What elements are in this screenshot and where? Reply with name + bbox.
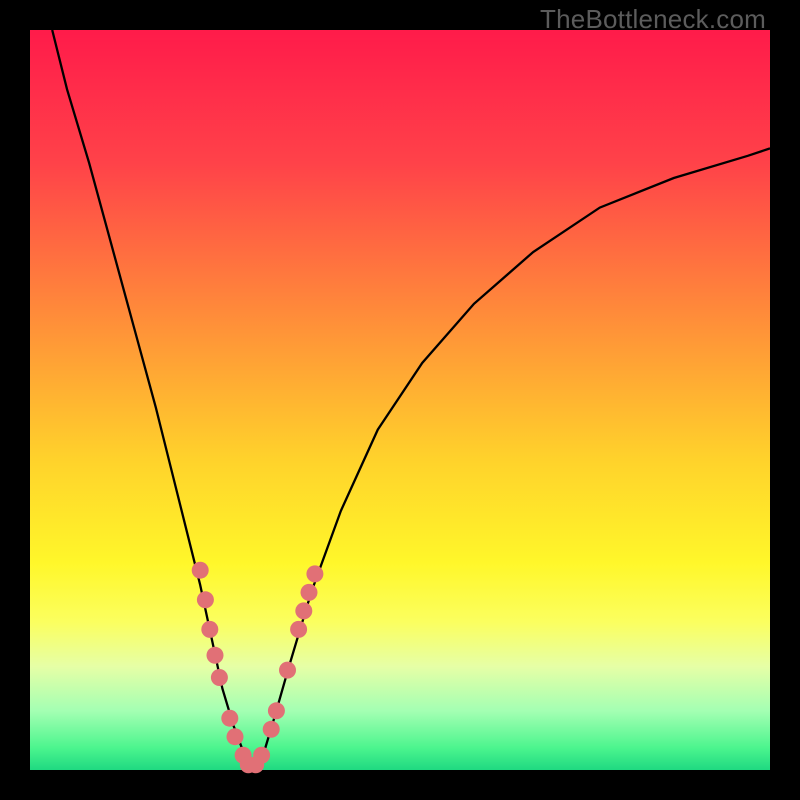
data-markers <box>192 562 324 774</box>
curve-svg <box>30 30 770 770</box>
outer-frame: TheBottleneck.com <box>0 0 800 800</box>
data-marker <box>301 584 318 601</box>
data-marker <box>192 562 209 579</box>
plot-area <box>30 30 770 770</box>
data-marker <box>306 565 323 582</box>
data-marker <box>221 710 238 727</box>
data-marker <box>227 728 244 745</box>
data-marker <box>211 669 228 686</box>
data-marker <box>268 702 285 719</box>
data-marker <box>253 747 270 764</box>
data-marker <box>290 621 307 638</box>
data-marker <box>279 662 296 679</box>
data-marker <box>263 721 280 738</box>
data-marker <box>201 621 218 638</box>
data-marker <box>295 602 312 619</box>
bottleneck-curve <box>52 30 770 770</box>
data-marker <box>207 647 224 664</box>
data-marker <box>197 591 214 608</box>
watermark-text: TheBottleneck.com <box>540 4 766 35</box>
